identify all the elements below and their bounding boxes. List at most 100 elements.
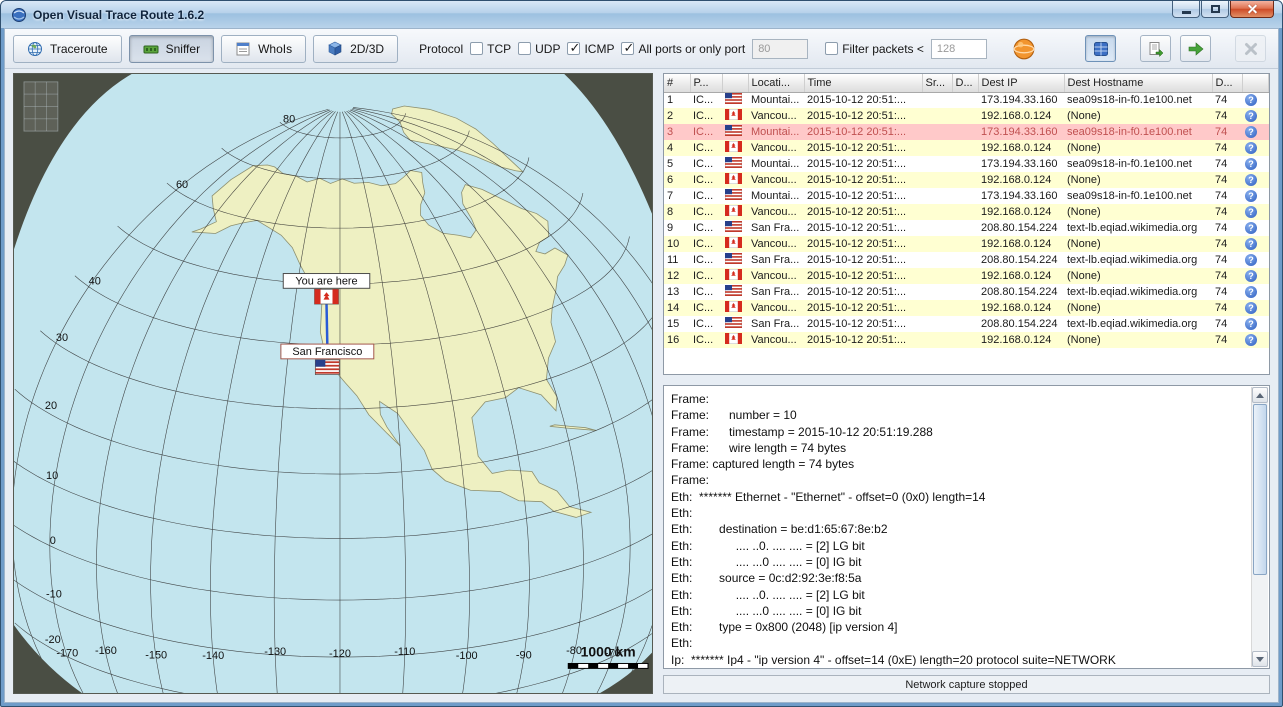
port-input[interactable] xyxy=(752,39,808,59)
packet-number: 4 xyxy=(664,140,690,156)
packet-row[interactable]: 1IC...Mountai...2015-10-12 20:51:...173.… xyxy=(664,92,1269,108)
column-header[interactable]: Time xyxy=(804,74,922,92)
help-icon[interactable]: ? xyxy=(1245,334,1257,346)
udp-label: UDP xyxy=(535,42,560,56)
column-header[interactable] xyxy=(1242,74,1269,92)
packet-dest-ip: 208.80.154.224 xyxy=(978,220,1064,236)
packet-length: 74 xyxy=(1212,124,1242,140)
packet-row[interactable]: 4IC...Vancou...2015-10-12 20:51:...192.1… xyxy=(664,140,1269,156)
column-header[interactable]: P... xyxy=(690,74,722,92)
detail-scrollbar[interactable] xyxy=(1251,387,1268,667)
packet-time: 2015-10-12 20:51:... xyxy=(804,316,922,332)
packet-table[interactable]: #P...Locati...TimeSr...D...Dest IPDest H… xyxy=(664,74,1269,348)
packet-protocol: IC... xyxy=(690,300,722,316)
udp-checkbox[interactable] xyxy=(518,42,531,55)
packet-row[interactable]: 12IC...Vancou...2015-10-12 20:51:...192.… xyxy=(664,268,1269,284)
packet-time: 2015-10-12 20:51:... xyxy=(804,300,922,316)
scrollbar-thumb[interactable] xyxy=(1253,404,1267,575)
packet-dest-hostname: (None) xyxy=(1064,108,1212,124)
scroll-up-button[interactable] xyxy=(1252,387,1268,403)
view-2d3d-button[interactable]: 2D/3D xyxy=(313,35,398,63)
usa-flag-icon xyxy=(315,360,339,375)
packet-row[interactable]: 2IC...Vancou...2015-10-12 20:51:...192.1… xyxy=(664,108,1269,124)
help-icon[interactable]: ? xyxy=(1245,238,1257,250)
world-map-panel[interactable]: 8060403020100-10-20-170-160-150-140-130-… xyxy=(13,73,653,694)
packet-dest-ip: 173.194.33.160 xyxy=(978,124,1064,140)
scroll-down-button[interactable] xyxy=(1252,651,1268,667)
column-header[interactable]: Dest Hostname xyxy=(1064,74,1212,92)
map-overview-widget[interactable] xyxy=(24,82,58,131)
column-header[interactable]: D... xyxy=(952,74,978,92)
packet-row[interactable]: 14IC...Vancou...2015-10-12 20:51:...192.… xyxy=(664,300,1269,316)
column-header[interactable]: Sr... xyxy=(922,74,952,92)
close-button[interactable] xyxy=(1230,1,1274,18)
packet-row[interactable]: 10IC...Vancou...2015-10-12 20:51:...192.… xyxy=(664,236,1269,252)
packet-location: San Fra... xyxy=(748,284,804,300)
stop-capture-button[interactable] xyxy=(1235,35,1266,62)
tcp-checkbox[interactable] xyxy=(470,42,483,55)
packet-src-port xyxy=(922,188,952,204)
icmp-checkbox[interactable] xyxy=(567,42,580,55)
sniffer-button[interactable]: Sniffer xyxy=(129,35,214,63)
packet-row[interactable]: 11IC...San Fra...2015-10-12 20:51:...208… xyxy=(664,252,1269,268)
packet-row[interactable]: 3IC...Mountai...2015-10-12 20:51:...173.… xyxy=(664,124,1269,140)
canada-flag-icon xyxy=(725,333,742,344)
packet-location: Vancou... xyxy=(748,172,804,188)
export-button[interactable] xyxy=(1140,35,1171,62)
packet-row[interactable]: 16IC...Vancou...2015-10-12 20:51:...192.… xyxy=(664,332,1269,348)
column-header[interactable]: Locati... xyxy=(748,74,804,92)
locate-button[interactable] xyxy=(1010,35,1038,63)
toolbar: Traceroute Sniffer WhoIs 2D/3D Protocol … xyxy=(5,29,1278,69)
packet-row[interactable]: 6IC...Vancou...2015-10-12 20:51:...192.1… xyxy=(664,172,1269,188)
packet-dest-hostname: text-lb.eqiad.wikimedia.org xyxy=(1064,316,1212,332)
packet-protocol: IC... xyxy=(690,204,722,220)
map-grid-label: -150 xyxy=(145,649,167,661)
help-icon[interactable]: ? xyxy=(1245,318,1257,330)
traceroute-button[interactable]: Traceroute xyxy=(13,35,122,63)
help-icon[interactable]: ? xyxy=(1245,174,1257,186)
help-icon[interactable]: ? xyxy=(1245,222,1257,234)
help-icon[interactable]: ? xyxy=(1245,254,1257,266)
column-header[interactable] xyxy=(722,74,748,92)
help-icon[interactable]: ? xyxy=(1245,270,1257,282)
filter-packets-checkbox[interactable] xyxy=(825,42,838,55)
title-bar[interactable]: Open Visual Trace Route 1.6.2 xyxy=(1,1,1282,28)
column-header[interactable]: Dest IP xyxy=(978,74,1064,92)
packet-row[interactable]: 5IC...Mountai...2015-10-12 20:51:...173.… xyxy=(664,156,1269,172)
column-header[interactable]: D... xyxy=(1212,74,1242,92)
packet-src-port xyxy=(922,156,952,172)
all-ports-checkbox[interactable] xyxy=(621,42,634,55)
packet-time: 2015-10-12 20:51:... xyxy=(804,108,922,124)
view-2d3d-label: 2D/3D xyxy=(350,42,384,56)
maximize-button[interactable] xyxy=(1201,1,1229,18)
help-icon[interactable]: ? xyxy=(1245,286,1257,298)
packet-row[interactable]: 9IC...San Fra...2015-10-12 20:51:...208.… xyxy=(664,220,1269,236)
start-capture-button[interactable] xyxy=(1180,35,1211,62)
minimize-button[interactable] xyxy=(1172,1,1200,18)
packet-dst-port xyxy=(952,140,978,156)
packet-row[interactable]: 15IC...San Fra...2015-10-12 20:51:...208… xyxy=(664,316,1269,332)
help-cell: ? xyxy=(1242,236,1269,252)
column-header[interactable]: # xyxy=(664,74,690,92)
packet-row[interactable]: 7IC...Mountai...2015-10-12 20:51:...173.… xyxy=(664,188,1269,204)
map-grid-label: -80 xyxy=(566,645,582,657)
help-icon[interactable]: ? xyxy=(1245,94,1257,106)
packet-protocol: IC... xyxy=(690,252,722,268)
whois-button[interactable]: WhoIs xyxy=(221,35,306,63)
help-icon[interactable]: ? xyxy=(1245,190,1257,202)
capture-view-button[interactable] xyxy=(1085,35,1116,62)
packet-size-input[interactable] xyxy=(931,39,987,59)
help-icon[interactable]: ? xyxy=(1245,302,1257,314)
help-icon[interactable]: ? xyxy=(1245,206,1257,218)
close-icon xyxy=(1247,4,1258,15)
help-icon[interactable]: ? xyxy=(1245,158,1257,170)
packet-dest-hostname: sea09s18-in-f0.1e100.net xyxy=(1064,92,1212,108)
world-map[interactable]: 8060403020100-10-20-170-160-150-140-130-… xyxy=(14,74,652,693)
packet-row[interactable]: 8IC...Vancou...2015-10-12 20:51:...192.1… xyxy=(664,204,1269,220)
help-icon[interactable]: ? xyxy=(1245,110,1257,122)
help-icon[interactable]: ? xyxy=(1245,126,1257,138)
packet-dest-hostname: (None) xyxy=(1064,300,1212,316)
packet-row[interactable]: 13IC...San Fra...2015-10-12 20:51:...208… xyxy=(664,284,1269,300)
help-icon[interactable]: ? xyxy=(1245,142,1257,154)
map-grid-label: -20 xyxy=(45,634,61,646)
